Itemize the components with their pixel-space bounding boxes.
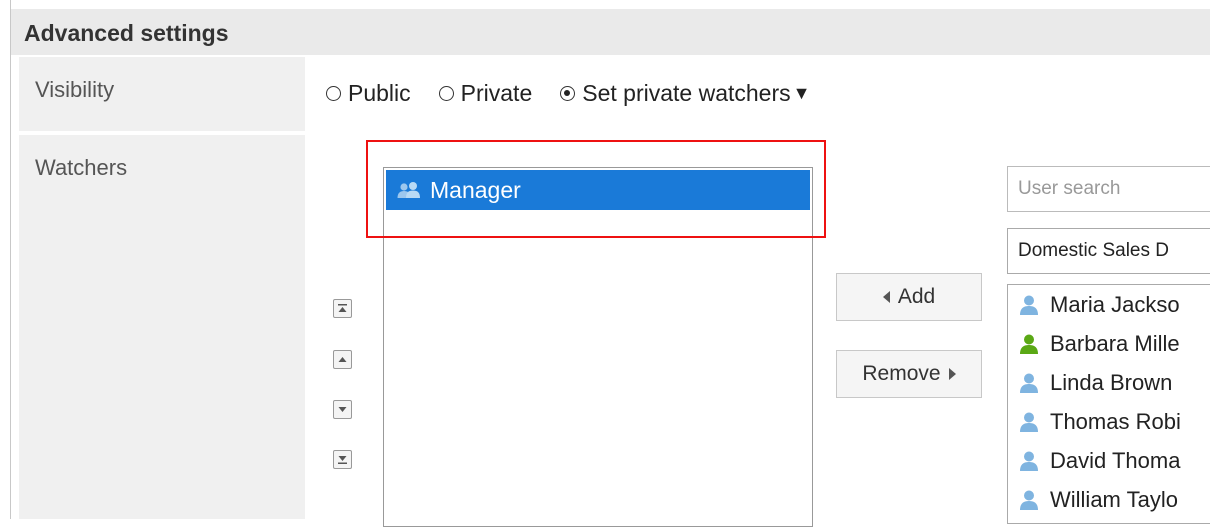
user-name: Linda Brown bbox=[1050, 369, 1173, 395]
move-up-icon bbox=[338, 357, 347, 362]
user-list-item[interactable]: Thomas Robi bbox=[1008, 402, 1210, 441]
radio-set-private-watchers[interactable]: Set private watchers ▼ bbox=[560, 80, 810, 107]
radio-public[interactable]: Public bbox=[326, 80, 411, 107]
radio-private-label: Private bbox=[460, 80, 533, 106]
user-icon bbox=[1020, 334, 1038, 354]
user-icon bbox=[1020, 412, 1038, 432]
user-list[interactable]: Maria Jackso Barbara Mille Linda Brown T… bbox=[1007, 284, 1210, 524]
radio-private[interactable]: Private bbox=[438, 80, 533, 107]
visibility-label-cell: Visibility bbox=[19, 57, 305, 131]
user-name: Maria Jackso bbox=[1050, 291, 1180, 317]
watchers-list[interactable]: Manager bbox=[383, 167, 813, 527]
dropdown-arrow-icon[interactable]: ▼ bbox=[793, 83, 811, 104]
user-icon bbox=[1020, 295, 1038, 315]
section-title: Advanced settings bbox=[24, 20, 229, 46]
radio-set-private-watchers-label: Set private watchers bbox=[582, 80, 791, 106]
triangle-right-icon bbox=[948, 368, 956, 380]
user-search-input[interactable]: User search bbox=[1007, 166, 1210, 212]
watchers-label-cell: Watchers bbox=[19, 135, 305, 519]
group-icon bbox=[396, 180, 422, 200]
add-button[interactable]: Add bbox=[836, 273, 982, 321]
watcher-item-label: Manager bbox=[430, 176, 521, 203]
radio-circle-icon[interactable] bbox=[326, 86, 341, 101]
user-list-item[interactable]: David Thoma bbox=[1008, 441, 1210, 480]
user-list-item[interactable]: Barbara Mille bbox=[1008, 324, 1210, 363]
move-to-bottom-button[interactable] bbox=[333, 450, 352, 469]
radio-public-label: Public bbox=[348, 80, 411, 106]
radio-checked-icon[interactable] bbox=[560, 86, 576, 101]
radio-circle-icon[interactable] bbox=[438, 86, 454, 101]
remove-button[interactable]: Remove bbox=[836, 350, 982, 398]
user-icon bbox=[1020, 451, 1038, 471]
move-to-top-icon bbox=[338, 304, 347, 312]
user-name: William Taylo bbox=[1050, 486, 1178, 512]
move-to-top-button[interactable] bbox=[333, 299, 352, 318]
user-name: David Thoma bbox=[1050, 447, 1181, 473]
watchers-label: Watchers bbox=[35, 155, 128, 180]
move-down-button[interactable] bbox=[333, 400, 352, 419]
move-up-button[interactable] bbox=[333, 350, 352, 369]
remove-button-label: Remove bbox=[862, 362, 941, 385]
user-list-item[interactable]: William Taylo bbox=[1008, 480, 1210, 519]
move-to-bottom-icon bbox=[338, 456, 347, 464]
user-list-item[interactable]: Maria Jackso bbox=[1008, 285, 1210, 324]
add-button-label: Add bbox=[897, 285, 936, 308]
user-icon bbox=[1020, 373, 1038, 393]
user-name: Barbara Mille bbox=[1050, 330, 1180, 356]
watcher-item-selected[interactable]: Manager bbox=[386, 170, 810, 210]
move-down-icon bbox=[338, 407, 347, 412]
department-select[interactable]: Domestic Sales D bbox=[1007, 228, 1210, 274]
visibility-label: Visibility bbox=[35, 77, 115, 102]
frame-border bbox=[10, 0, 11, 519]
user-list-item[interactable]: Linda Brown bbox=[1008, 363, 1210, 402]
user-icon bbox=[1020, 490, 1038, 510]
triangle-left-icon bbox=[882, 291, 890, 303]
user-name: Thomas Robi bbox=[1050, 408, 1181, 434]
visibility-radio-group: Public Private Set private watchers ▼ bbox=[326, 80, 838, 107]
